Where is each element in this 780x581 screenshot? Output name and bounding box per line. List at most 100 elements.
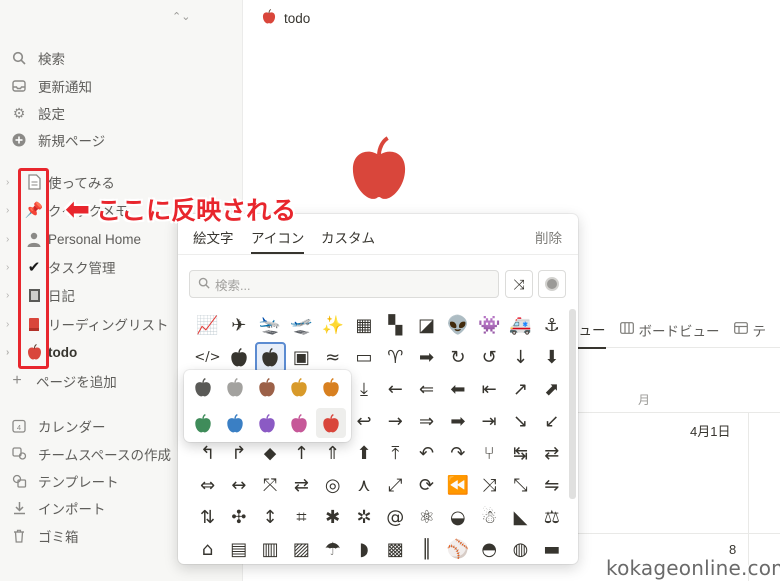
chevron-right-icon[interactable]: › bbox=[6, 319, 18, 330]
code-icon[interactable]: </> bbox=[192, 342, 223, 373]
collapse-icon[interactable]: ⤧ bbox=[255, 470, 286, 501]
apple-icon-red[interactable] bbox=[316, 408, 346, 438]
shuffle-icon[interactable]: ⤨ bbox=[474, 470, 505, 501]
swap-icon[interactable]: ⇄ bbox=[536, 438, 567, 469]
waves-icon[interactable]: ≈ bbox=[317, 342, 348, 373]
color-picker-button[interactable] bbox=[538, 270, 566, 298]
calendar-day-cell[interactable]: 4月1日 bbox=[690, 421, 730, 440]
turn-up-right-icon[interactable]: ↱ bbox=[223, 438, 254, 469]
remove-button[interactable]: 削除 bbox=[535, 227, 562, 247]
arrow-down-left-icon[interactable]: ↙ bbox=[536, 406, 567, 437]
airplane-icon[interactable]: ✈ bbox=[223, 310, 254, 341]
repeat-icon[interactable]: ↹ bbox=[505, 438, 536, 469]
sidebar-item-calendar[interactable]: 4 カレンダー bbox=[10, 415, 106, 437]
asterisk-icon[interactable]: ✱ bbox=[317, 502, 348, 533]
sidebar-item-templates[interactable]: テンプレート bbox=[10, 470, 119, 492]
arrow-up-right-icon[interactable]: ↗ bbox=[505, 374, 536, 405]
anchor-icon[interactable]: ⚓ bbox=[536, 310, 567, 341]
invader-icon[interactable]: 👾 bbox=[474, 310, 505, 341]
shapes-icon[interactable]: ▚ bbox=[380, 310, 411, 341]
cap-icon[interactable]: ◓ bbox=[474, 534, 505, 564]
arrows-h-circle-icon[interactable]: ⇔ bbox=[192, 470, 223, 501]
arrow-down-right-icon[interactable]: ↘ bbox=[505, 406, 536, 437]
merge-icon[interactable]: ⋏ bbox=[349, 470, 380, 501]
sort-icon[interactable]: ⇅ bbox=[192, 502, 223, 533]
frame-icon[interactable]: ⌗ bbox=[286, 502, 317, 533]
apple-icon-pink[interactable] bbox=[284, 408, 314, 438]
sidebar-item-trash[interactable]: ゴミ箱 bbox=[10, 525, 79, 547]
chevron-right-icon[interactable]: › bbox=[6, 347, 18, 358]
arrow-down-circle-icon[interactable]: ⬇ bbox=[536, 342, 567, 373]
tab-icons[interactable]: アイコン bbox=[251, 227, 305, 254]
arrow-up-right-box-icon[interactable]: ⬈ bbox=[536, 374, 567, 405]
arrow-down-icon[interactable]: ↓ bbox=[505, 342, 536, 373]
ambulance-icon[interactable]: 🚑 bbox=[505, 310, 536, 341]
arrow-up-bold-icon[interactable]: ⬆ bbox=[349, 438, 380, 469]
asterisk-bold-icon[interactable]: ✲ bbox=[349, 502, 380, 533]
tab-board-view[interactable]: ボードビュー bbox=[619, 312, 720, 348]
atom-icon[interactable]: ⚛ bbox=[411, 502, 442, 533]
takeoff-icon[interactable]: 🛫 bbox=[286, 310, 317, 341]
arrow-left-icon[interactable]: ← bbox=[380, 374, 411, 405]
avocado-icon[interactable]: ◒ bbox=[442, 502, 473, 533]
landing-icon[interactable]: 🛬 bbox=[255, 310, 286, 341]
reply-icon[interactable]: ↩ bbox=[349, 406, 380, 437]
swap-diag-icon[interactable]: ⤡ bbox=[505, 470, 536, 501]
arrows-lr-icon[interactable]: ⇄ bbox=[286, 470, 317, 501]
arrow-right-circle-icon[interactable]: ⇒ bbox=[411, 406, 442, 437]
diamond-arrow-icon[interactable]: ⬥ bbox=[255, 438, 286, 469]
chart-line-icon[interactable]: 📈 bbox=[192, 310, 223, 341]
arrow-right-bar-icon[interactable]: ⇥ bbox=[474, 406, 505, 437]
chevron-right-icon[interactable]: › bbox=[6, 262, 18, 273]
arrows-circle-icon[interactable]: ✣ bbox=[223, 502, 254, 533]
apple-icon-yellow[interactable] bbox=[284, 372, 314, 402]
apple-icon[interactable] bbox=[254, 342, 286, 373]
balloon-icon[interactable]: ☂ bbox=[317, 534, 348, 564]
sidebar-item-settings[interactable]: ⚙ 設定 bbox=[10, 102, 65, 124]
apple-icon-light-gray[interactable] bbox=[220, 372, 250, 402]
download-icon[interactable]: ⤓ bbox=[349, 374, 380, 405]
target-arrows-icon[interactable]: ◎ bbox=[317, 470, 348, 501]
arrow-up-circle-icon[interactable]: ⇑ bbox=[317, 438, 348, 469]
banana-icon[interactable]: ◗ bbox=[349, 534, 380, 564]
abacus-icon[interactable]: ⚖ bbox=[536, 502, 567, 533]
arrow-left-circle-icon[interactable]: ⇐ bbox=[411, 374, 442, 405]
arrow-fat-icon[interactable]: ➡ bbox=[411, 342, 442, 373]
breadcrumb[interactable]: todo bbox=[262, 9, 310, 27]
sidebar-item-new-page[interactable]: 新規ページ bbox=[10, 129, 105, 151]
sparkle-icon[interactable]: ✨ bbox=[317, 310, 348, 341]
luggage-2-icon[interactable]: ▨ bbox=[286, 534, 317, 564]
apple-icon-brown[interactable] bbox=[252, 372, 282, 402]
basketball-icon[interactable]: ◍ bbox=[505, 534, 536, 564]
baby-icon[interactable]: ☃ bbox=[474, 502, 505, 533]
chart-box-icon[interactable]: ▦ bbox=[349, 310, 380, 341]
split-icon[interactable]: ⑂ bbox=[474, 438, 505, 469]
apple-icon-blue[interactable] bbox=[220, 408, 250, 438]
tab-table-view[interactable]: テ bbox=[733, 312, 766, 348]
alien-icon[interactable]: 👽 bbox=[442, 310, 473, 341]
bandage-icon[interactable]: ▩ bbox=[380, 534, 411, 564]
apple-icon[interactable] bbox=[223, 342, 254, 373]
archive-icon[interactable]: ▭ bbox=[349, 342, 380, 373]
arrows-h-icon[interactable]: ↔ bbox=[223, 470, 254, 501]
baseball-icon[interactable]: ⚾ bbox=[442, 534, 473, 564]
bag-icon[interactable]: ▥ bbox=[255, 534, 286, 564]
sidebar-item-teamspace[interactable]: チームスペースの作成 bbox=[10, 443, 171, 465]
sidebar-item-search[interactable]: 検索 bbox=[10, 47, 65, 69]
aries-icon[interactable]: ♈ bbox=[380, 342, 411, 373]
scrollbar[interactable] bbox=[569, 309, 576, 499]
calendar-day-cell[interactable]: 8 bbox=[729, 542, 736, 557]
shuffle-button[interactable]: ⤨ bbox=[505, 270, 533, 298]
apple-icon-gray[interactable] bbox=[188, 372, 218, 402]
icon-search-input[interactable]: 検索... bbox=[189, 270, 499, 298]
apple-icon-purple[interactable] bbox=[252, 408, 282, 438]
sidebar-item-import[interactable]: インポート bbox=[10, 497, 106, 519]
undo-icon[interactable]: ↶ bbox=[411, 438, 442, 469]
arrow-up-bar-icon[interactable]: ⤒ bbox=[380, 438, 411, 469]
luggage-icon[interactable]: ▣ bbox=[286, 342, 317, 373]
map-icon[interactable]: ◪ bbox=[411, 310, 442, 341]
chevron-right-icon[interactable]: › bbox=[6, 234, 18, 245]
barcode-icon[interactable]: ║ bbox=[411, 534, 442, 564]
chevron-right-icon[interactable]: › bbox=[6, 205, 18, 216]
turn-up-left-icon[interactable]: ↰ bbox=[192, 438, 223, 469]
